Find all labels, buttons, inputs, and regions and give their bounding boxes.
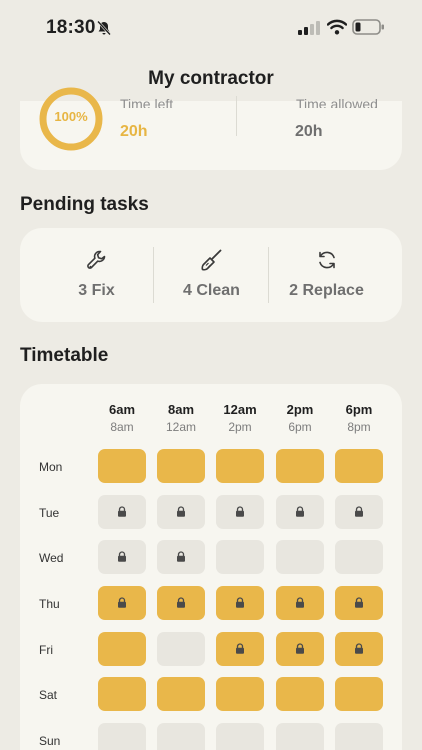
time-allowed-value: 20h bbox=[295, 123, 323, 140]
lock-icon bbox=[355, 506, 363, 517]
timetable-slot-sat-1[interactable] bbox=[98, 677, 146, 711]
timetable-slot-wed-4[interactable] bbox=[276, 540, 324, 574]
battery-icon bbox=[352, 19, 384, 35]
time-allowed-label: Time allowed bbox=[296, 96, 378, 108]
timetable-slot-sun-2[interactable] bbox=[157, 723, 205, 750]
timetable-slot-tue-2[interactable] bbox=[157, 495, 205, 529]
column-start-time: 2pm bbox=[286, 402, 314, 417]
timetable-slot-tue-3[interactable] bbox=[216, 495, 264, 529]
lock-icon bbox=[236, 643, 244, 654]
timetable-column-header: 12am 2pm bbox=[216, 402, 264, 434]
lock-icon bbox=[118, 551, 126, 562]
summary-divider bbox=[236, 96, 237, 136]
column-end-time: 8pm bbox=[347, 420, 371, 434]
timetable-slot-mon-2[interactable] bbox=[157, 449, 205, 483]
timetable-column-header: 6pm 8pm bbox=[335, 402, 383, 434]
timetable-slot-thu-5[interactable] bbox=[335, 586, 383, 620]
status-time: 18:30 bbox=[46, 17, 96, 38]
timetable-slot-fri-4[interactable] bbox=[276, 632, 324, 666]
task-fix[interactable]: 3 Fix bbox=[39, 228, 154, 322]
column-start-time: 6pm bbox=[345, 402, 373, 417]
timetable-slot-thu-3[interactable] bbox=[216, 586, 264, 620]
timetable-slot-sat-3[interactable] bbox=[216, 677, 264, 711]
timetable-slot-wed-2[interactable] bbox=[157, 540, 205, 574]
wifi-icon bbox=[327, 19, 347, 35]
lock-icon bbox=[236, 597, 244, 608]
wrench-icon bbox=[86, 250, 105, 269]
timetable-slot-fri-2[interactable] bbox=[157, 632, 205, 666]
timetable-slot-fri-3[interactable] bbox=[216, 632, 264, 666]
task-clean[interactable]: 4 Clean bbox=[154, 228, 269, 322]
timetable-slot-mon-1[interactable] bbox=[98, 449, 146, 483]
lock-icon bbox=[118, 506, 126, 517]
task-fix-label: 3 Fix bbox=[78, 282, 115, 299]
lock-icon bbox=[177, 597, 185, 608]
day-label-tue: Tue bbox=[39, 506, 60, 520]
timetable-slot-mon-4[interactable] bbox=[276, 449, 324, 483]
timetable-slot-thu-4[interactable] bbox=[276, 586, 324, 620]
column-start-time: 8am bbox=[167, 402, 195, 417]
timetable-title: Timetable bbox=[20, 345, 109, 366]
column-start-time: 12am bbox=[223, 402, 257, 417]
time-left-label: Time left bbox=[120, 96, 174, 108]
timetable-slot-wed-3[interactable] bbox=[216, 540, 264, 574]
day-label-thu: Thu bbox=[39, 597, 60, 611]
status-bar: 18:30 bbox=[0, 0, 422, 56]
cellular-signal-icon bbox=[298, 21, 320, 35]
timetable-slot-fri-5[interactable] bbox=[335, 632, 383, 666]
time-left-value: 20h bbox=[120, 123, 148, 140]
timetable-slot-mon-3[interactable] bbox=[216, 449, 264, 483]
timetable-slot-sat-4[interactable] bbox=[276, 677, 324, 711]
pending-tasks-card: 3 Fix 4 Clean 2 Replace bbox=[20, 228, 402, 322]
lock-icon bbox=[177, 506, 185, 517]
lock-icon bbox=[118, 597, 126, 608]
lock-icon bbox=[355, 643, 363, 654]
lock-icon bbox=[355, 597, 363, 608]
column-start-time: 6am bbox=[108, 402, 136, 417]
timetable-slot-wed-1[interactable] bbox=[98, 540, 146, 574]
lock-icon bbox=[296, 597, 304, 608]
day-label-wed: Wed bbox=[39, 551, 64, 565]
timetable-slot-wed-5[interactable] bbox=[335, 540, 383, 574]
timetable-slot-fri-1[interactable] bbox=[98, 632, 146, 666]
timetable-column-header: 6am 8am bbox=[98, 402, 146, 434]
timetable-slot-thu-2[interactable] bbox=[157, 586, 205, 620]
timetable-slot-tue-4[interactable] bbox=[276, 495, 324, 529]
timetable-slot-sun-5[interactable] bbox=[335, 723, 383, 750]
timetable-slot-sat-5[interactable] bbox=[335, 677, 383, 711]
lock-icon bbox=[236, 506, 244, 517]
lock-icon bbox=[296, 643, 304, 654]
column-end-time: 8am bbox=[110, 420, 134, 434]
day-label-sun: Sun bbox=[39, 734, 61, 748]
day-label-fri: Fri bbox=[39, 643, 53, 657]
day-label-sat: Sat bbox=[39, 688, 58, 702]
timetable-column-header: 2pm 6pm bbox=[276, 402, 324, 434]
lock-icon bbox=[296, 506, 304, 517]
refresh-icon bbox=[318, 251, 335, 269]
column-end-time: 12am bbox=[165, 420, 197, 434]
progress-percent: 100% bbox=[54, 109, 88, 124]
task-replace-label: 2 Replace bbox=[289, 282, 364, 299]
column-end-time: 6pm bbox=[288, 420, 312, 434]
timetable-slot-thu-1[interactable] bbox=[98, 586, 146, 620]
timetable-slot-tue-5[interactable] bbox=[335, 495, 383, 529]
timetable-slot-tue-1[interactable] bbox=[98, 495, 146, 529]
bell-muted-icon bbox=[97, 20, 111, 36]
lock-icon bbox=[177, 551, 185, 562]
task-clean-label: 4 Clean bbox=[183, 282, 240, 299]
timetable-slot-sat-2[interactable] bbox=[157, 677, 205, 711]
timetable-column-header: 8am 12am bbox=[157, 402, 205, 434]
brush-icon bbox=[200, 249, 221, 271]
timetable-slot-sun-3[interactable] bbox=[216, 723, 264, 750]
timetable-slot-mon-5[interactable] bbox=[335, 449, 383, 483]
timetable-slot-sun-4[interactable] bbox=[276, 723, 324, 750]
column-end-time: 2pm bbox=[228, 420, 252, 434]
pending-tasks-title: Pending tasks bbox=[20, 194, 149, 215]
timetable-slot-sun-1[interactable] bbox=[98, 723, 146, 750]
task-replace[interactable]: 2 Replace bbox=[269, 228, 384, 322]
day-label-mon: Mon bbox=[39, 460, 63, 474]
